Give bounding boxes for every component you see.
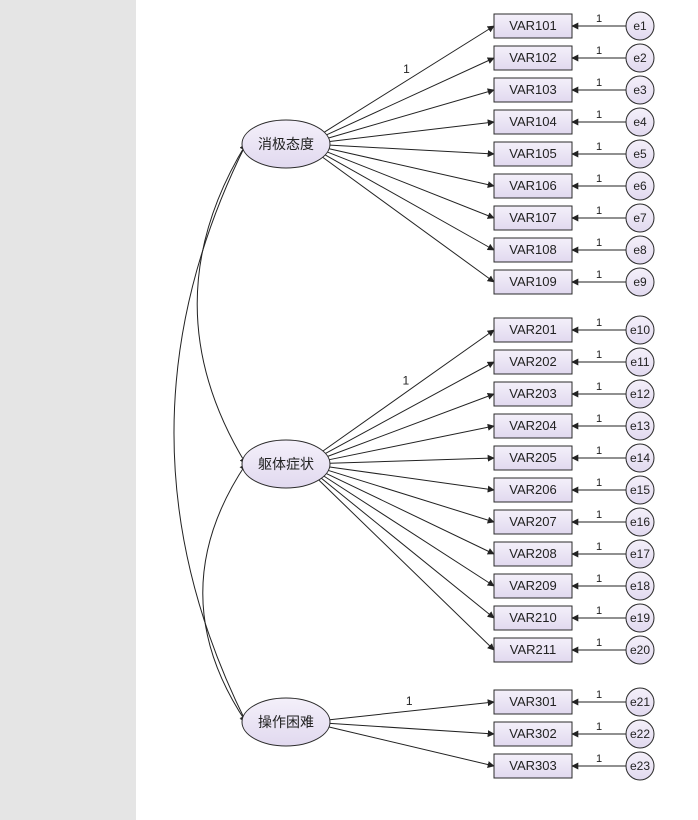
loading-path[interactable]: [325, 155, 494, 250]
error-weight-label: 1: [596, 317, 602, 329]
error-term-label: e15: [630, 483, 650, 497]
error-term-label: e5: [633, 147, 647, 161]
observed-var-label: VAR201: [509, 322, 556, 337]
observed-var-label: VAR303: [509, 758, 556, 773]
error-weight-label: 1: [596, 269, 602, 281]
error-term-label: e21: [630, 695, 650, 709]
error-term-label: e6: [633, 179, 647, 193]
loading-weight-label: 1: [403, 62, 410, 76]
error-weight-label: 1: [596, 237, 602, 249]
observed-var-label: VAR102: [509, 50, 556, 65]
error-term-label: e11: [630, 355, 649, 369]
latent-var-label: 操作困难: [258, 714, 314, 730]
error-weight-label: 1: [596, 541, 602, 553]
error-term-label: e4: [633, 115, 647, 129]
observed-var-label: VAR104: [509, 114, 556, 129]
loading-path[interactable]: [321, 478, 494, 618]
error-term-label: e2: [633, 51, 647, 65]
loading-path[interactable]: [324, 26, 494, 132]
error-term-label: e23: [630, 759, 650, 773]
error-term-label: e7: [633, 211, 647, 225]
error-weight-label: 1: [596, 109, 602, 121]
loading-path[interactable]: [323, 157, 494, 282]
error-weight-label: 1: [596, 753, 602, 765]
observed-var-label: VAR302: [509, 726, 556, 741]
error-weight-label: 1: [596, 605, 602, 617]
loading-path[interactable]: [327, 58, 494, 135]
error-weight-label: 1: [596, 381, 602, 393]
covariance-arc[interactable]: [197, 144, 246, 464]
loading-path[interactable]: [330, 122, 494, 141]
error-weight-label: 1: [596, 477, 602, 489]
loading-path[interactable]: [328, 394, 494, 456]
error-term-label: e9: [633, 275, 647, 289]
error-weight-label: 1: [596, 77, 602, 89]
observed-var-label: VAR206: [509, 482, 556, 497]
observed-var-label: VAR109: [509, 274, 556, 289]
error-term-label: e10: [630, 323, 650, 337]
observed-var-label: VAR204: [509, 418, 556, 433]
sidebar-panel: [0, 0, 136, 820]
observed-var-label: VAR202: [509, 354, 556, 369]
loading-path[interactable]: [324, 476, 494, 586]
error-weight-label: 1: [596, 689, 602, 701]
error-term-label: e14: [630, 451, 650, 465]
error-weight-label: 1: [596, 13, 602, 25]
covariance-arc[interactable]: [203, 464, 246, 722]
observed-var-label: VAR208: [509, 546, 556, 561]
observed-var-label: VAR103: [509, 82, 556, 97]
covariance-arc[interactable]: [174, 144, 246, 722]
observed-var-label: VAR107: [509, 210, 556, 225]
error-weight-label: 1: [596, 173, 602, 185]
error-term-label: e8: [633, 243, 647, 257]
error-weight-label: 1: [596, 721, 602, 733]
error-term-label: e1: [633, 19, 647, 33]
error-weight-label: 1: [596, 205, 602, 217]
loading-path[interactable]: [329, 426, 494, 460]
observed-var-label: VAR209: [509, 578, 556, 593]
observed-var-label: VAR101: [509, 18, 556, 33]
loading-path[interactable]: [319, 480, 494, 650]
observed-var-label: VAR207: [509, 514, 556, 529]
error-term-label: e22: [630, 727, 650, 741]
error-weight-label: 1: [596, 509, 602, 521]
observed-var-label: VAR203: [509, 386, 556, 401]
error-weight-label: 1: [596, 637, 602, 649]
error-term-label: e16: [630, 515, 650, 529]
loading-path[interactable]: [326, 362, 494, 453]
loading-path[interactable]: [330, 145, 494, 154]
error-weight-label: 1: [596, 349, 602, 361]
observed-var-label: VAR210: [509, 610, 556, 625]
loading-path[interactable]: [330, 458, 494, 463]
observed-var-label: VAR205: [509, 450, 556, 465]
error-weight-label: 1: [596, 573, 602, 585]
latent-var-label: 躯体症状: [258, 456, 314, 472]
latent-var-label: 消极态度: [258, 136, 314, 152]
error-term-label: e17: [630, 547, 650, 561]
loading-weight-label: 1: [402, 374, 409, 388]
loading-path[interactable]: [330, 723, 494, 734]
observed-var-label: VAR105: [509, 146, 556, 161]
observed-var-label: VAR211: [510, 642, 557, 657]
error-term-label: e19: [630, 611, 650, 625]
error-weight-label: 1: [596, 413, 602, 425]
error-term-label: e13: [630, 419, 650, 433]
error-weight-label: 1: [596, 45, 602, 57]
observed-var-label: VAR301: [509, 694, 556, 709]
error-term-label: e3: [633, 83, 647, 97]
loading-path[interactable]: [327, 152, 494, 218]
loading-weight-label: 1: [406, 694, 413, 708]
error-weight-label: 1: [596, 141, 602, 153]
error-term-label: e12: [630, 387, 650, 401]
observed-var-label: VAR108: [509, 242, 556, 257]
observed-var-label: VAR106: [509, 178, 556, 193]
loading-path[interactable]: [323, 330, 494, 451]
error-term-label: e18: [630, 579, 650, 593]
error-weight-label: 1: [596, 445, 602, 457]
diagram-canvas[interactable]: 1 1 1 1 1 1 1 1 1 1 1 1 1 1 1 1 1 1 1 1 1 1 1 1 1 1 VAR101 VAR102 VA…: [136, 0, 698, 820]
error-term-label: e20: [630, 643, 650, 657]
